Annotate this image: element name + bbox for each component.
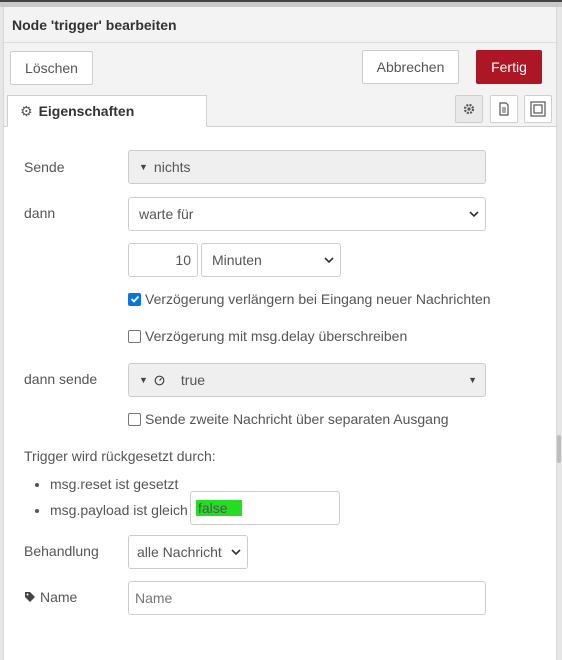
handling-value: alle Nachricht [137, 544, 222, 560]
then-send-value: true [180, 372, 206, 388]
override-delay-row: Verzögerung mit msg.delay überschreiben [128, 328, 407, 344]
override-delay-label: Verzögerung mit msg.delay überschreiben [145, 328, 408, 344]
then-select[interactable]: warte für [128, 197, 486, 231]
dialog-title: Node 'trigger' bearbeiten [12, 17, 177, 33]
dialog-button-row: Löschen Abbrechen Fertig [4, 43, 556, 95]
properties-gear-button[interactable] [455, 95, 483, 123]
description-button[interactable] [490, 95, 518, 123]
done-button[interactable]: Fertig [476, 50, 542, 84]
reset-conditions-list: msg.reset ist gesetzt msg.payload ist gl… [28, 474, 188, 526]
delay-amount: 10 [175, 252, 191, 268]
dialog-title-bar: Node 'trigger' bearbeiten [4, 7, 556, 43]
right-scrollbar[interactable] [556, 7, 562, 660]
send-type-select[interactable]: ▼ nichts [128, 150, 486, 184]
checkmark-icon [130, 295, 139, 303]
gear-icon [463, 103, 475, 115]
send-value: nichts [153, 159, 191, 175]
chevron-down-icon [324, 257, 334, 264]
reset-payload-input[interactable]: false [190, 491, 340, 525]
second-output-label: Sende zweite Nachricht über separaten Au… [145, 411, 449, 427]
caret-down-icon: ▼ [139, 162, 148, 172]
clock-icon [154, 375, 165, 385]
name-label: Name [40, 589, 78, 605]
tab-properties-label: Eigenschaften [38, 103, 135, 119]
caret-down-icon: ▼ [139, 375, 148, 385]
extend-delay-checkbox[interactable] [128, 292, 141, 306]
delay-unit-select[interactable]: Minuten [201, 243, 341, 277]
second-output-row: Sende zweite Nachricht über separaten Au… [128, 411, 449, 427]
name-input[interactable] [129, 582, 485, 614]
appearance-button[interactable] [524, 95, 552, 123]
frame-icon [530, 101, 546, 117]
then-value: warte für [139, 206, 194, 222]
delay-amount-input[interactable]: 10 [128, 243, 198, 277]
handling-select[interactable]: alle Nachricht [128, 535, 248, 569]
reset-item-msg-reset: msg.reset ist gesetzt [50, 474, 188, 500]
handling-label: Behandlung [24, 543, 99, 559]
reset-heading: Trigger wird rückgesetzt durch: [24, 448, 216, 464]
then-label: dann [24, 205, 56, 221]
properties-panel: Sende ▼ nichts dann warte für 10 Minuten… [4, 127, 556, 660]
chevron-down-icon [231, 549, 241, 556]
extend-delay-row: Verzögerung verlängern bei Eingang neuer… [128, 291, 491, 307]
document-icon [499, 102, 509, 116]
chevron-down-icon [469, 211, 479, 218]
name-field-wrap [128, 581, 486, 615]
extend-delay-label: Verzögerung verlängern bei Eingang neuer… [145, 291, 491, 307]
send-label: Sende [24, 159, 65, 175]
caret-down-icon: ▼ [468, 375, 477, 385]
override-delay-checkbox[interactable] [128, 329, 141, 343]
name-label-group: Name [24, 589, 77, 605]
then-send-typed-input[interactable]: ▼ true ▼ [128, 363, 486, 397]
delete-button[interactable]: Löschen [10, 51, 93, 85]
tab-row: ⚙ Eigenschaften [4, 95, 556, 127]
second-output-checkbox[interactable] [128, 412, 141, 426]
tag-icon [25, 592, 35, 602]
cancel-button[interactable]: Abbrechen [362, 50, 459, 84]
gear-icon: ⚙ [20, 102, 33, 119]
reset-payload-value: false [196, 500, 242, 516]
reset-item-payload: msg.payload ist gleich [50, 500, 188, 526]
delay-unit: Minuten [212, 252, 262, 268]
window-top-strip [0, 0, 562, 7]
scroll-handle[interactable] [557, 435, 561, 463]
then-send-label: dann sende [24, 371, 98, 387]
tab-properties[interactable]: ⚙ Eigenschaften [7, 95, 207, 127]
